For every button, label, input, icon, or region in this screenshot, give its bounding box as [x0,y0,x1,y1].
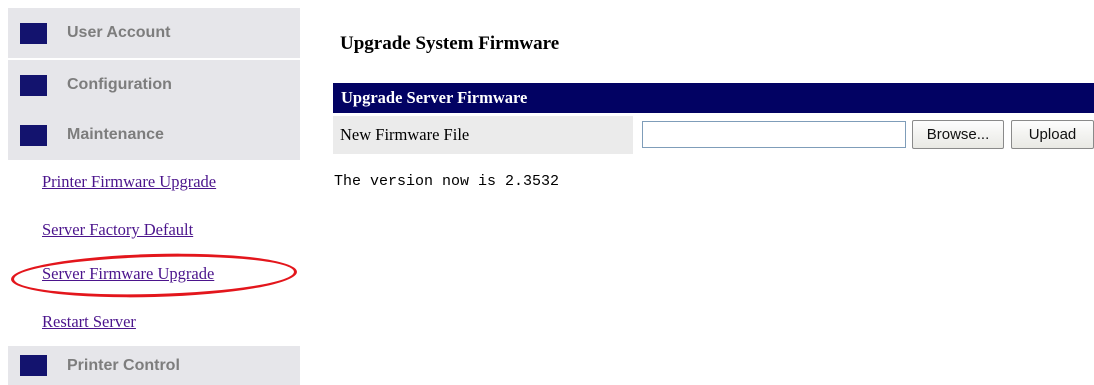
nav-label: User Account [67,24,171,41]
nav-printer-control[interactable]: Printer Control [8,346,300,385]
nav-label: Printer Control [67,356,180,374]
section-header: Upgrade Server Firmware [333,83,1094,113]
nav-user-account[interactable]: User Account [8,8,300,58]
section-header-label: Upgrade Server Firmware [341,88,528,107]
nav-label: Maintenance [67,126,164,143]
browse-button[interactable]: Browse... [912,120,1004,149]
nav-label: Configuration [67,76,172,93]
file-field-label: New Firmware File [340,125,470,144]
nav-square-icon [20,22,47,44]
nav-configuration[interactable]: Configuration [8,60,300,110]
version-text: The version now is 2.3532 [334,173,560,190]
nav-square-icon [20,124,47,146]
nav-square-icon [20,74,47,96]
link-restart-server[interactable]: Restart Server [42,312,136,332]
nav-square-icon [20,355,47,376]
link-server-factory-default[interactable]: Server Factory Default [42,220,193,240]
link-printer-firmware-upgrade[interactable]: Printer Firmware Upgrade [42,172,216,192]
page-title: Upgrade System Firmware [340,33,560,54]
link-server-firmware-upgrade[interactable]: Server Firmware Upgrade [42,264,214,284]
nav-maintenance[interactable]: Maintenance [8,110,300,160]
sidebar: User Account Configuration Maintenance P… [8,0,300,385]
firmware-file-input[interactable] [642,121,906,148]
file-field-label-cell: New Firmware File [333,116,633,154]
upload-button[interactable]: Upload [1011,120,1094,149]
